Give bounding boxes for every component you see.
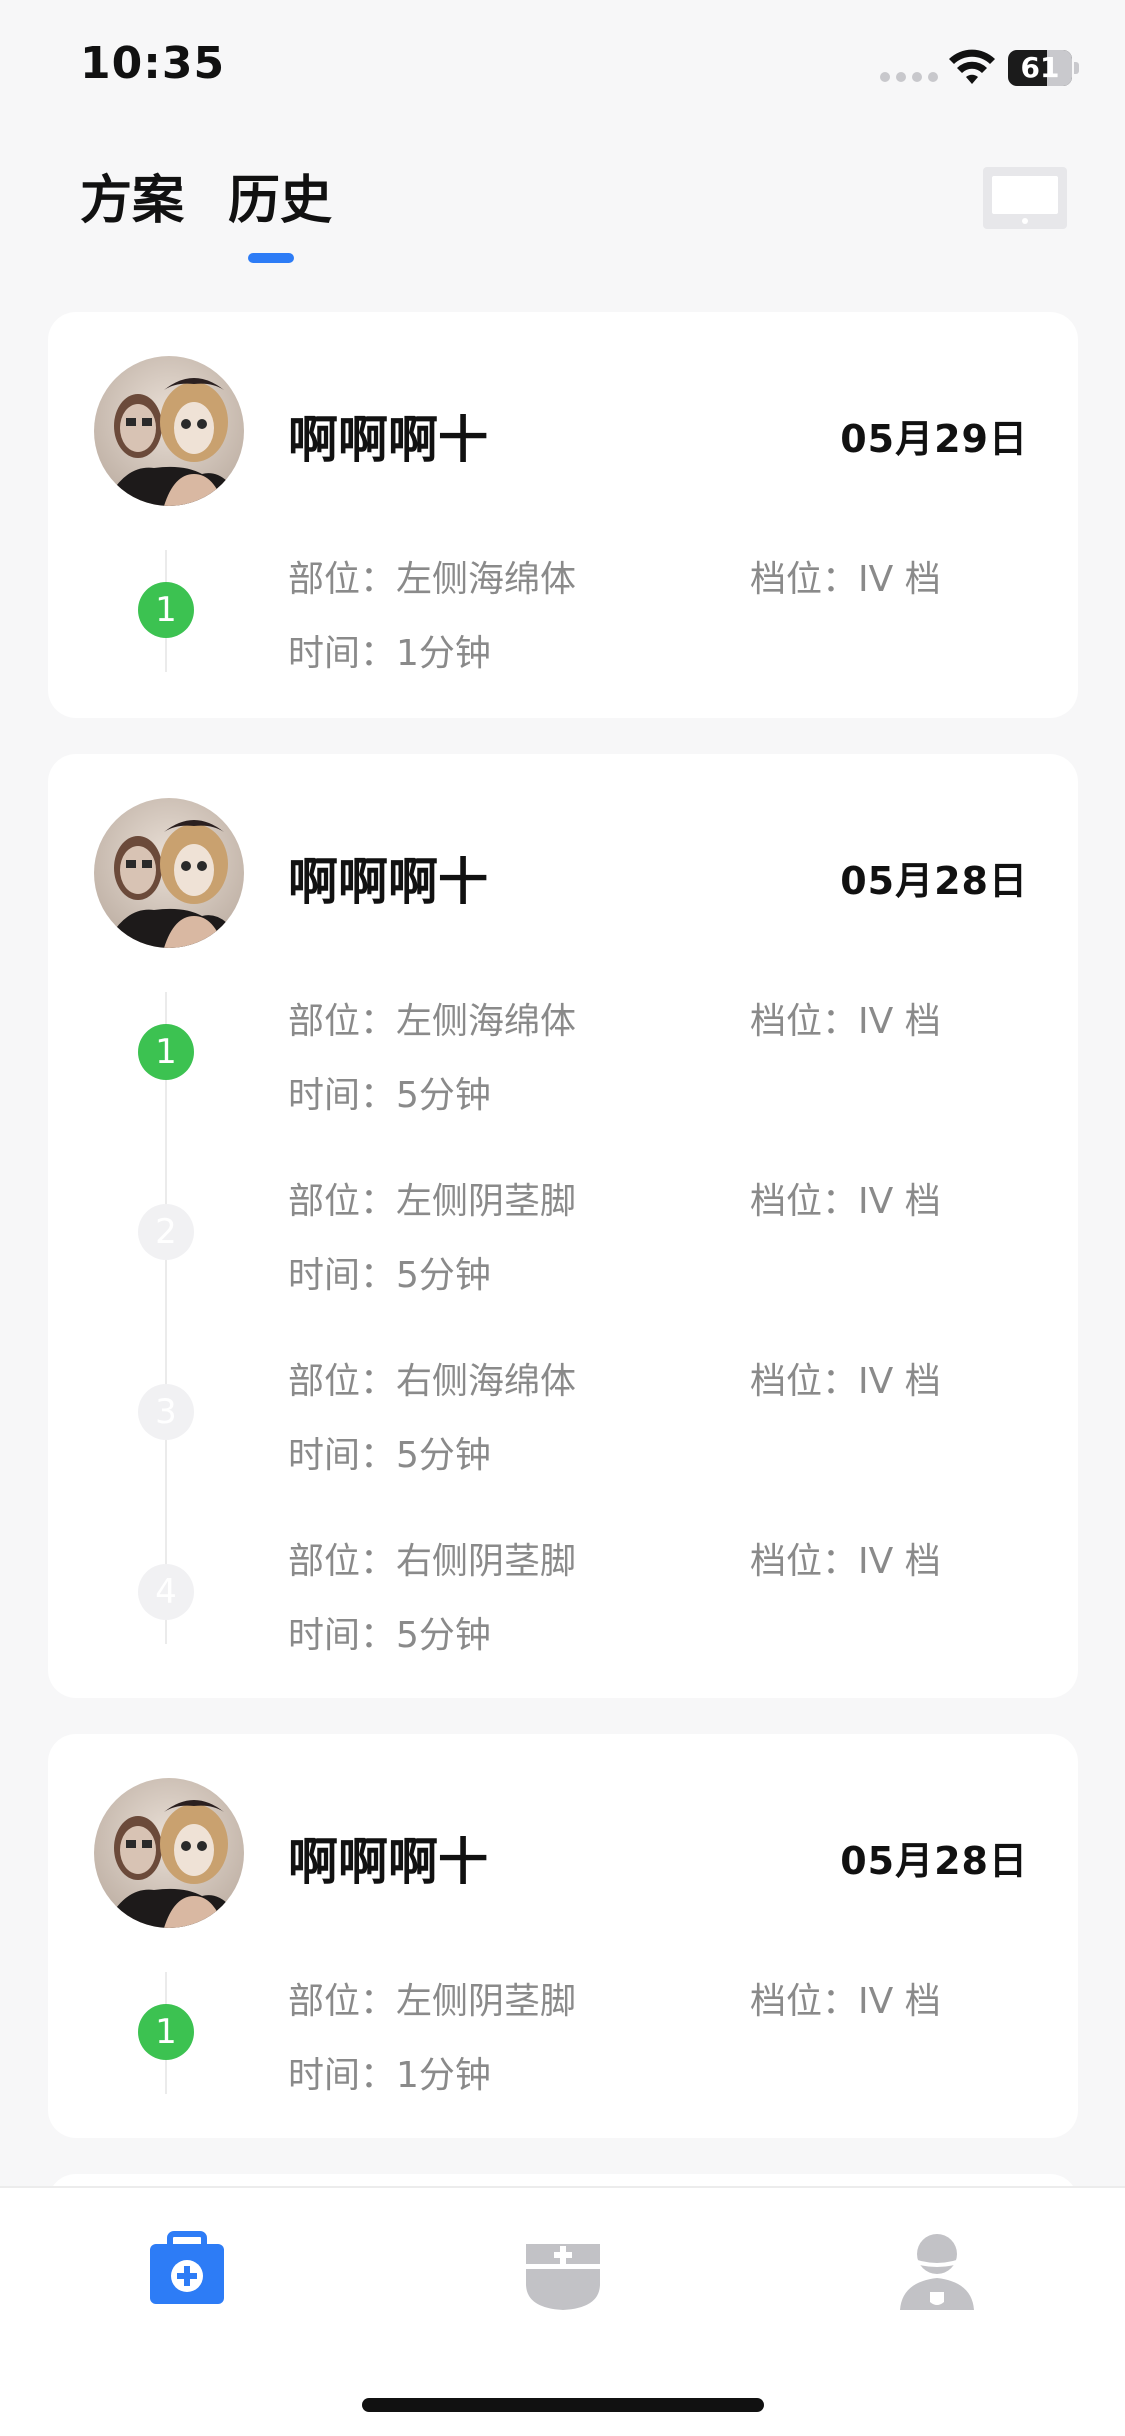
wifi-icon [949, 49, 995, 84]
level-text: 档位：IV 档 [750, 1181, 941, 1222]
location-text: 部位：右侧阴茎脚 [288, 1541, 577, 1582]
active-tab-indicator [248, 253, 294, 263]
battery-level: 61 [1020, 51, 1060, 84]
level-text: 档位：IV 档 [750, 1541, 941, 1582]
home-indicator [362, 2398, 764, 2412]
step-indicator: 3 [138, 1384, 194, 1440]
step-indicator: 1 [138, 2004, 194, 2060]
battery-icon: 61 [1008, 50, 1079, 86]
timeline-line [165, 992, 167, 1644]
avatar [94, 798, 244, 948]
duration-text: 时间：1分钟 [288, 2055, 491, 2096]
location-text: 部位：左侧阴茎脚 [288, 1981, 577, 2022]
header-tabs: 方案 历史 [80, 158, 332, 233]
user-name: 啊啊啊十 [288, 1833, 488, 1891]
history-date: 05月28日 [840, 859, 1028, 903]
location-text: 部位：左侧海绵体 [288, 559, 577, 600]
status-time: 10:35 [80, 38, 226, 89]
step-indicator: 1 [138, 582, 194, 638]
step-indicator: 1 [138, 1024, 194, 1080]
history-card[interactable]: 啊啊啊十 05月28日 1 部位：左侧海绵体 档位：IV 档 时间：5分钟 2 … [48, 754, 1078, 1698]
duration-text: 时间：5分钟 [288, 1075, 491, 1116]
tab-history[interactable]: 历史 [228, 158, 332, 233]
profile-icon[interactable] [892, 2226, 982, 2316]
level-text: 档位：IV 档 [750, 1001, 941, 1042]
history-date: 05月28日 [840, 1839, 1028, 1883]
step-indicator: 4 [138, 1564, 194, 1620]
tablet-icon[interactable] [982, 166, 1068, 230]
duration-text: 时间：5分钟 [288, 1615, 491, 1656]
level-text: 档位：IV 档 [750, 559, 941, 600]
duration-text: 时间：1分钟 [288, 633, 491, 674]
tab-plan[interactable]: 方案 [80, 158, 184, 233]
avatar [94, 356, 244, 506]
duration-text: 时间：5分钟 [288, 1435, 491, 1476]
medical-kit-icon[interactable] [142, 2226, 232, 2316]
location-text: 部位：左侧海绵体 [288, 1001, 577, 1042]
status-bar: 10:35 61 [0, 0, 1125, 140]
user-name: 啊啊啊十 [288, 411, 488, 469]
avatar [94, 1778, 244, 1928]
level-text: 档位：IV 档 [750, 1361, 941, 1402]
history-card[interactable]: 啊啊啊十 05月29日 1 部位：左侧海绵体 档位：IV 档 时间：1分钟 [48, 312, 1078, 718]
location-text: 部位：右侧海绵体 [288, 1361, 577, 1402]
user-name: 啊啊啊十 [288, 853, 488, 911]
level-text: 档位：IV 档 [750, 1981, 941, 2022]
signal-dots-icon [880, 72, 938, 82]
plan-add-icon[interactable] [518, 2226, 608, 2316]
history-card[interactable]: 啊啊啊十 05月28日 1 部位：左侧阴茎脚 档位：IV 档 时间：1分钟 [48, 1734, 1078, 2138]
history-date: 05月29日 [840, 417, 1028, 461]
location-text: 部位：左侧阴茎脚 [288, 1181, 577, 1222]
step-indicator: 2 [138, 1204, 194, 1260]
duration-text: 时间：5分钟 [288, 1255, 491, 1296]
